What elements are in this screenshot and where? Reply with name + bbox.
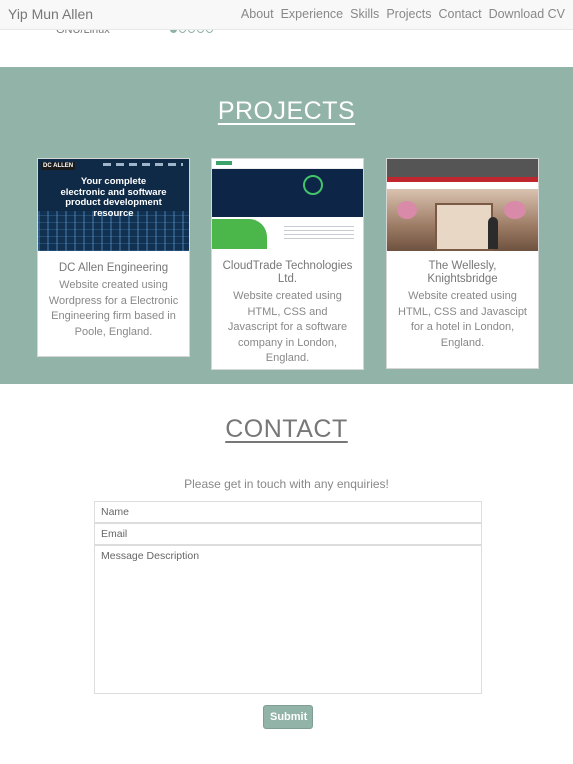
project-title: CloudTrade Technologies Ltd.	[222, 260, 353, 285]
thumb-headline: Your complete electronic and software pr…	[60, 176, 167, 219]
project-description: Website created using HTML, CSS and Java…	[398, 290, 527, 349]
nav-link-skills[interactable]: Skills	[350, 7, 379, 21]
thumb-logo: DC ALLEN	[41, 162, 76, 170]
contact-subtitle: Please get in touch with any enquiries!	[184, 477, 389, 491]
project-screenshot: DC ALLEN Your complete electronic and so…	[38, 159, 189, 251]
project-title: The Wellesly, Knightsbridge	[427, 260, 498, 285]
project-title: DC Allen Engineering	[58, 262, 169, 274]
nav-link-contact[interactable]: Contact	[438, 7, 481, 21]
project-card-dc-allen[interactable]: DC ALLEN Your complete electronic and so…	[37, 158, 190, 357]
projects-heading: PROJECTS	[217, 97, 356, 125]
project-card-wellesley[interactable]: The Wellesly, Knightsbridge Website crea…	[386, 158, 539, 369]
brand-link[interactable]: Yip Mun Allen	[8, 6, 93, 22]
project-description: Website created using HTML, CSS and Java…	[227, 290, 348, 364]
nav-link-experience[interactable]: Experience	[281, 7, 344, 21]
nav-links: About Experience Skills Projects Contact…	[241, 7, 565, 21]
email-input[interactable]	[94, 523, 482, 545]
submit-button[interactable]: Submit	[263, 705, 313, 729]
message-textarea[interactable]	[94, 545, 482, 694]
name-input[interactable]	[94, 501, 482, 523]
project-screenshot	[212, 159, 363, 251]
nav-link-about[interactable]: About	[241, 7, 274, 21]
project-description: Website created using Wordpress for a El…	[48, 279, 179, 338]
project-screenshot	[387, 159, 538, 251]
contact-heading: CONTACT	[225, 415, 348, 443]
nav-link-download-cv[interactable]: Download CV	[489, 7, 565, 21]
navbar: Yip Mun Allen About Experience Skills Pr…	[0, 0, 573, 30]
nav-link-projects[interactable]: Projects	[386, 7, 431, 21]
projects-section: PROJECTS DC ALLEN Your complete electron…	[0, 67, 573, 384]
project-card-cloudtrade[interactable]: CloudTrade Technologies Ltd. Website cre…	[211, 158, 364, 370]
